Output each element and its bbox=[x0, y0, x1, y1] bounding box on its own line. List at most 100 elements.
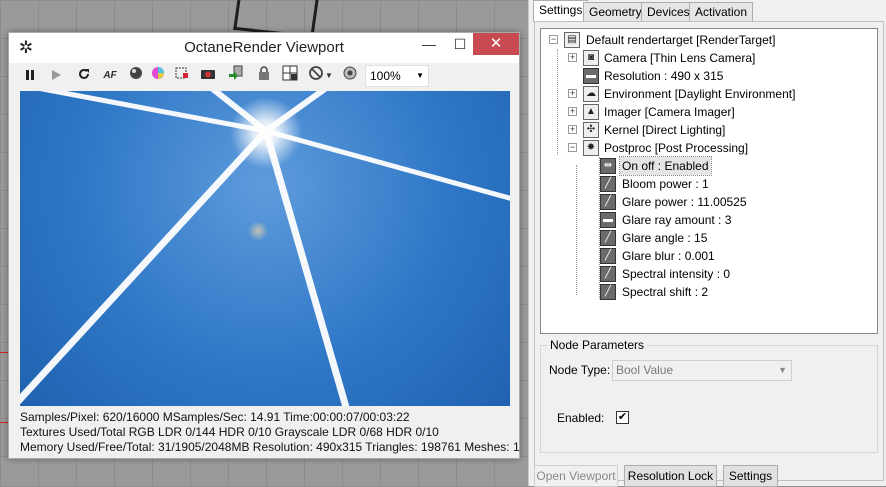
tree-connector bbox=[576, 165, 577, 295]
environment-icon: ☁ bbox=[583, 86, 599, 102]
tab-geometry[interactable]: Geometry bbox=[583, 2, 648, 21]
tab-activation[interactable]: Activation bbox=[689, 2, 754, 21]
samples-stats: Samples/Pixel: 620/16000 MSamples/Sec: 1… bbox=[20, 410, 410, 424]
tree-item-label: Environment [Daylight Environment] bbox=[604, 87, 796, 101]
resolution-lock-button[interactable]: Resolution Lock bbox=[624, 465, 717, 487]
render-statistics: Samples/Pixel: 620/16000 MSamples/Sec: 1… bbox=[20, 410, 520, 455]
tree-root[interactable]: − ▤ Default rendertarget [RenderTarget] bbox=[549, 31, 869, 49]
enabled-checkbox[interactable]: ✔ bbox=[616, 411, 629, 424]
collapse-icon[interactable]: − bbox=[549, 35, 558, 44]
tree-item-resolution[interactable]: ▬ Resolution : 490 x 315 bbox=[568, 67, 868, 85]
float-param-icon: ╱ bbox=[600, 176, 616, 192]
tree-item-label: Camera [Thin Lens Camera] bbox=[604, 51, 756, 65]
tree-item-label: Imager [Camera Imager] bbox=[604, 105, 735, 119]
param-label: Glare ray amount : 3 bbox=[622, 213, 732, 227]
color-wheel-icon[interactable] bbox=[147, 65, 169, 87]
tab-devices[interactable]: Devices bbox=[641, 2, 696, 21]
textures-stats: Textures Used/Total RGB LDR 0/144 HDR 0/… bbox=[20, 425, 439, 439]
collapse-icon[interactable]: − bbox=[568, 143, 577, 152]
imager-icon: ▲ bbox=[583, 104, 599, 120]
param-glare-power[interactable]: ╱ Glare power : 11.00525 bbox=[600, 193, 860, 211]
expand-icon[interactable]: + bbox=[568, 107, 577, 116]
lock-icon[interactable] bbox=[253, 65, 275, 87]
node-type-value: Bool Value bbox=[616, 363, 674, 377]
camera-icon[interactable] bbox=[197, 65, 219, 87]
region-icon[interactable] bbox=[171, 65, 193, 87]
tree-item-postproc[interactable]: − ✸ Postproc [Post Processing] bbox=[568, 139, 868, 157]
node-type-select: Bool Value ▼ bbox=[612, 360, 792, 381]
dropdown-arrow-icon[interactable]: ▼ bbox=[323, 65, 335, 87]
export-icon[interactable] bbox=[225, 65, 247, 87]
tree-item-label: Resolution : 490 x 315 bbox=[604, 69, 724, 83]
axis-marker bbox=[0, 422, 8, 423]
settings-sphere-icon[interactable] bbox=[339, 65, 361, 87]
node-type-label: Node Type: bbox=[549, 363, 611, 377]
tree-connector bbox=[557, 49, 558, 155]
param-on-off[interactable]: ⇹ On off : Enabled bbox=[600, 156, 860, 176]
axis-marker bbox=[0, 352, 8, 353]
render-canvas[interactable] bbox=[20, 91, 510, 406]
param-spectral-shift[interactable]: ╱ Spectral shift : 2 bbox=[600, 283, 860, 301]
restart-icon[interactable] bbox=[73, 65, 95, 87]
settings-panel: Settings Geometry Devices Activation − ▤… bbox=[528, 0, 886, 487]
param-label: Spectral intensity : 0 bbox=[622, 267, 731, 281]
param-glare-ray-amount[interactable]: ▬ Glare ray amount : 3 bbox=[600, 211, 860, 229]
bool-param-icon: ⇹ bbox=[600, 158, 616, 174]
af-icon[interactable]: AF bbox=[99, 65, 121, 87]
expand-icon[interactable]: + bbox=[568, 53, 577, 62]
param-glare-blur[interactable]: ╱ Glare blur : 0.001 bbox=[600, 247, 860, 265]
param-spectral-intensity[interactable]: ╱ Spectral intensity : 0 bbox=[600, 265, 860, 283]
viewport-toolbar: AF ▼ 100% ▼ bbox=[13, 63, 515, 89]
float-param-icon: ╱ bbox=[600, 284, 616, 300]
title-bar[interactable]: ✲ OctaneRender Viewport — ☐ ✕ bbox=[9, 33, 519, 63]
sphere-icon[interactable] bbox=[125, 65, 147, 87]
tree-item-kernel[interactable]: + ✣ Kernel [Direct Lighting] bbox=[568, 121, 868, 139]
settings-button[interactable]: Settings bbox=[723, 465, 778, 487]
param-bloom-power[interactable]: ╱ Bloom power : 1 bbox=[600, 175, 860, 193]
float-param-icon: ╱ bbox=[600, 248, 616, 264]
tree-item-environment[interactable]: + ☁ Environment [Daylight Environment] bbox=[568, 85, 868, 103]
expand-icon[interactable]: + bbox=[568, 125, 577, 134]
postproc-icon: ✸ bbox=[583, 140, 599, 156]
param-label: Spectral shift : 2 bbox=[622, 285, 709, 299]
rendered-image bbox=[20, 91, 510, 406]
param-label: On off : Enabled bbox=[619, 156, 712, 176]
param-label: Bloom power : 1 bbox=[622, 177, 709, 191]
memory-stats: Memory Used/Free/Total: 31/1905/2048MB R… bbox=[20, 440, 520, 454]
maximize-button[interactable]: ☐ bbox=[445, 33, 475, 55]
tab-settings[interactable]: Settings bbox=[533, 0, 589, 22]
render-window: ✲ OctaneRender Viewport — ☐ ✕ AF ▼ 100% … bbox=[8, 32, 520, 459]
tree-item-imager[interactable]: + ▲ Imager [Camera Imager] bbox=[568, 103, 868, 121]
param-label: Glare power : 11.00525 bbox=[622, 195, 747, 209]
close-button[interactable]: ✕ bbox=[473, 33, 519, 55]
minimize-button[interactable]: — bbox=[414, 33, 444, 55]
open-viewport-button[interactable]: Open Viewport bbox=[534, 465, 618, 487]
int-param-icon: ▬ bbox=[600, 212, 616, 228]
node-parameters-group: Node Parameters Node Type: Bool Value ▼ … bbox=[540, 338, 878, 453]
grid-icon[interactable] bbox=[279, 65, 301, 87]
chevron-down-icon: ▼ bbox=[416, 71, 424, 80]
float-param-icon: ╱ bbox=[600, 266, 616, 282]
zoom-value: 100% bbox=[370, 69, 401, 83]
tree-root-label: Default rendertarget [RenderTarget] bbox=[586, 33, 776, 47]
resolution-icon: ▬ bbox=[583, 68, 599, 84]
tree-item-camera[interactable]: + ◙ Camera [Thin Lens Camera] bbox=[568, 49, 868, 67]
pause-icon[interactable] bbox=[19, 65, 41, 87]
camera-node-icon: ◙ bbox=[583, 50, 599, 66]
kernel-icon: ✣ bbox=[583, 122, 599, 138]
node-tree[interactable]: − ▤ Default rendertarget [RenderTarget] … bbox=[540, 28, 878, 334]
group-title: Node Parameters bbox=[547, 338, 648, 352]
param-label: Glare angle : 15 bbox=[622, 231, 708, 245]
tree-item-label: Postproc [Post Processing] bbox=[604, 141, 749, 155]
play-icon[interactable] bbox=[45, 65, 67, 87]
zoom-select[interactable]: 100% ▼ bbox=[365, 65, 429, 87]
param-glare-angle[interactable]: ╱ Glare angle : 15 bbox=[600, 229, 860, 247]
tree-item-label: Kernel [Direct Lighting] bbox=[604, 123, 726, 137]
rendertarget-icon: ▤ bbox=[564, 32, 580, 48]
param-label: Glare blur : 0.001 bbox=[622, 249, 715, 263]
enabled-label: Enabled: bbox=[557, 411, 605, 425]
settings-tab-body: − ▤ Default rendertarget [RenderTarget] … bbox=[534, 21, 884, 481]
float-param-icon: ╱ bbox=[600, 230, 616, 246]
float-param-icon: ╱ bbox=[600, 194, 616, 210]
expand-icon[interactable]: + bbox=[568, 89, 577, 98]
